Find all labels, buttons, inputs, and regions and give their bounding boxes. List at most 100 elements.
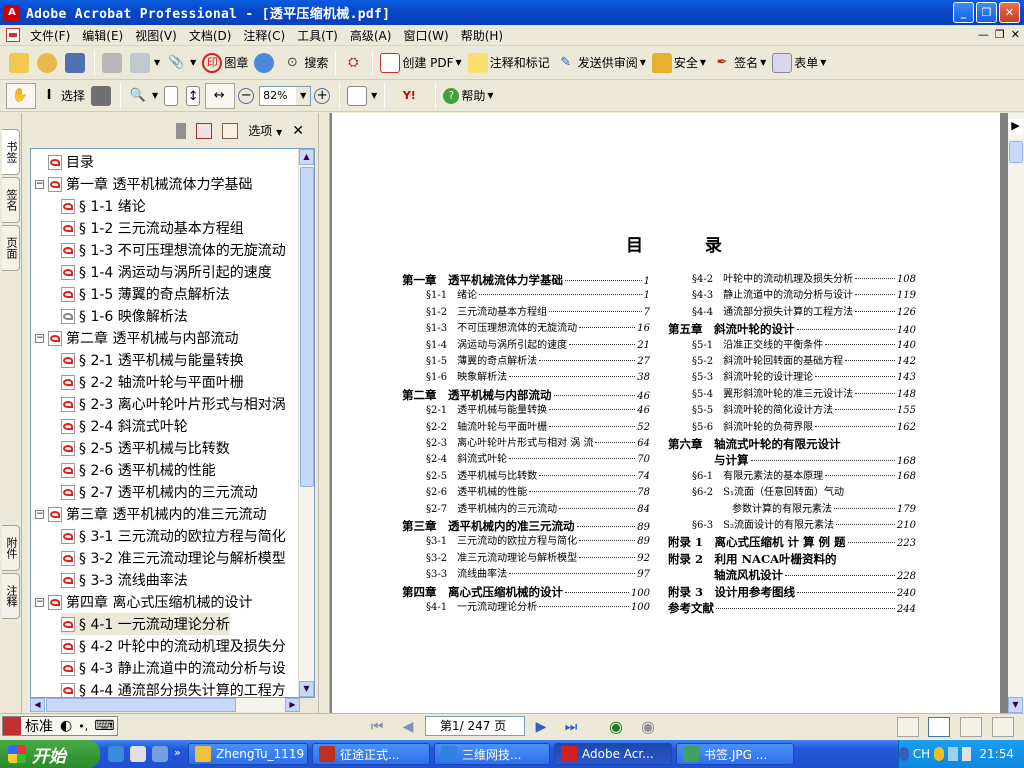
hand-tool-button[interactable]: ✋ — [6, 82, 36, 109]
toc-section-line[interactable]: §2-6 透平机械的性能 78 — [426, 486, 650, 500]
close-button[interactable]: ✕ — [999, 2, 1020, 23]
menu-edit[interactable]: 编辑(E) — [76, 27, 129, 44]
ime-toolbar[interactable]: 标准 ◐ •, ⌨ — [2, 716, 119, 736]
split-arrow-icon[interactable]: ▶ — [1008, 119, 1023, 135]
save-button[interactable] — [62, 50, 90, 76]
page-number-field[interactable]: 第1/ 247 页 — [425, 716, 525, 736]
back-view-button[interactable]: ◉ — [606, 718, 626, 736]
browser-quick-icon[interactable] — [152, 746, 168, 762]
toc-section-line[interactable]: §3-1 三元流动的欧拉方程与简化 89 — [426, 535, 650, 549]
toc-section-line[interactable]: §4-4 通流部分损失计算的工程方法 126 — [692, 306, 916, 320]
bookmark-item[interactable]: § 4-4 通流部分损失计算的工程方 — [61, 679, 286, 697]
toc-section-line[interactable]: §6-2 S₁流面（任意回转面）气动 — [692, 486, 916, 500]
toc-section-line[interactable]: §1-2 三元流动基本方程组 7 — [426, 306, 650, 320]
collapse-icon[interactable]: − — [35, 179, 44, 189]
bookmark-chapter[interactable]: − 第一章 透平机械流体力学基础 — [35, 173, 252, 195]
toc-chapter-line[interactable]: 参考文献 244 — [668, 601, 916, 617]
document-vertical-scrollbar[interactable]: ▶ ▼ — [1008, 113, 1024, 713]
toc-section-line[interactable]: §1-4 涡运动与涡所引起的速度 21 — [426, 339, 650, 353]
menu-help[interactable]: 帮助(H) — [455, 27, 509, 44]
toc-chapter-line[interactable]: 附录 2 利用 NACA叶栅资料的 — [668, 552, 916, 566]
facing-layout-icon[interactable] — [960, 717, 982, 737]
toc-chapter-line[interactable]: 轴流风机设计 228 — [668, 568, 916, 584]
continuous-layout-icon[interactable] — [928, 717, 950, 737]
print-button[interactable] — [99, 50, 127, 76]
create-pdf-button[interactable]: 创建 PDF ▼ — [377, 50, 464, 76]
acrobat-tools-button[interactable]: ⛭ — [340, 50, 368, 76]
bookmark-item[interactable]: § 4-2 叶轮中的流动机理及损失分 — [61, 635, 286, 657]
bookmark-chapter[interactable]: − 第三章 透平机械内的准三元流动 — [35, 503, 266, 525]
toc-section-line[interactable]: §2-4 斜流式叶轮 70 — [426, 453, 650, 467]
zoom-dropdown-icon[interactable]: ▼ — [296, 86, 311, 105]
bookmark-item[interactable]: § 2-4 斜流式叶轮 — [61, 415, 188, 437]
toc-section-line[interactable]: §5-5 斜流叶轮的简化设计方法 155 — [692, 404, 916, 418]
volume-icon[interactable] — [961, 747, 972, 761]
toc-section-line[interactable]: §5-1 沿准正交线的平衡条件 140 — [692, 339, 916, 353]
snapshot-button[interactable] — [88, 83, 116, 109]
toc-section-line[interactable]: §5-6 斜流叶轮的负荷界限 162 — [692, 421, 916, 435]
collapse-icon[interactable]: − — [35, 333, 44, 343]
toc-chapter-line[interactable]: 第六章 轴流式叶轮的有限元设计 — [668, 437, 916, 451]
toc-section-line[interactable]: §4-1 一元流动理论分析 100 — [426, 601, 650, 615]
document-icon[interactable] — [6, 28, 20, 42]
start-button[interactable]: 开始 — [0, 740, 100, 768]
toc-section-line[interactable]: §2-1 透平机械与能量转换 46 — [426, 404, 650, 418]
menu-advanced[interactable]: 高级(A) — [344, 27, 398, 44]
open-button[interactable] — [6, 50, 34, 76]
stamp-button[interactable]: 印图章 — [199, 50, 251, 76]
menu-comments[interactable]: 注释(C) — [237, 27, 291, 44]
toc-section-line[interactable]: §4-3 静止流道中的流动分析与设计 119 — [692, 289, 916, 303]
network-icon[interactable] — [947, 747, 958, 761]
toc-section-line[interactable]: §1-5 薄翼的奇点解析法 27 — [426, 355, 650, 369]
toc-section-line[interactable]: §3-2 准三元流动理论与解析模型 92 — [426, 552, 650, 566]
toc-chapter-line[interactable]: 第四章 离心式压缩机械的设计 100 — [402, 585, 650, 601]
tab-pages[interactable]: 页面 — [2, 225, 20, 271]
toc-chapter-line[interactable]: 第一章 透平机械流体力学基础 1 — [402, 273, 650, 289]
globe-button[interactable] — [251, 50, 279, 76]
bookmark-item[interactable]: § 1-1 绪论 — [61, 195, 146, 217]
zoom-tool-button[interactable]: 🔍 ▼ — [125, 83, 161, 109]
toc-section-line[interactable]: §6-3 S₂流面设计的有限元素法 210 — [692, 519, 916, 533]
bookmark-item[interactable]: § 1-4 涡运动与涡所引起的速度 — [61, 261, 272, 283]
next-page-button[interactable]: ▶ — [531, 718, 551, 736]
doc-restore-icon[interactable]: ❐ — [995, 28, 1005, 41]
menu-tools[interactable]: 工具(T) — [291, 27, 344, 44]
tab-attachments[interactable]: 附件 — [2, 525, 20, 571]
bookmark-item[interactable]: § 2-3 离心叶轮叶片形式与相对涡 — [61, 393, 286, 415]
toc-section-line[interactable]: §2-2 轴流叶轮与平面叶栅 52 — [426, 421, 650, 435]
bookmark-item[interactable]: § 1-5 薄翼的奇点解析法 — [61, 283, 230, 305]
toc-section-line[interactable]: §1-6 映象解析法 38 — [426, 371, 650, 385]
toc-section-line[interactable]: §5-3 斜流叶轮的设计理论 143 — [692, 371, 916, 385]
bookmark-item[interactable]: § 2-2 轴流叶轮与平面叶栅 — [61, 371, 244, 393]
toc-chapter-line[interactable]: 第五章 斜流叶轮的设计 140 — [668, 322, 916, 338]
hscroll-thumb[interactable] — [46, 698, 236, 712]
sign-button[interactable]: ✒ 签名 ▼ — [709, 50, 769, 76]
bookmark-chapter[interactable]: − 第四章 离心式压缩机械的设计 — [35, 591, 252, 613]
fit-width-button[interactable]: ↔ — [205, 82, 236, 109]
taskbar-item[interactable]: 三维网技... — [434, 743, 550, 765]
taskbar-item[interactable]: Adobe Acr... — [554, 743, 672, 765]
bookmark-item[interactable]: § 2-7 透平机械内的三元流动 — [61, 481, 258, 503]
moon-icon[interactable]: ◐ — [57, 718, 75, 734]
keyboard-icon[interactable]: ⌨ — [91, 718, 117, 734]
review-button[interactable]: ✎ 发送供审阅 ▼ — [553, 50, 649, 76]
last-page-button[interactable]: ⏭ — [561, 718, 581, 736]
delete-bookmark-icon[interactable] — [176, 122, 187, 139]
zoom-input[interactable]: 82% ▼ — [259, 85, 312, 106]
close-panel-icon[interactable]: ✕ — [292, 123, 304, 139]
toc-section-line[interactable]: §2-5 透平机械与比转数 74 — [426, 470, 650, 484]
bookmark-item[interactable]: § 3-2 准三元流动理论与解析模型 — [61, 547, 286, 569]
toc-chapter-line[interactable]: 附录 3 设计用参考图线 240 — [668, 585, 916, 601]
document-scroll-thumb[interactable] — [1009, 141, 1023, 163]
forms-button[interactable]: 表单 ▼ — [769, 50, 829, 76]
ime-mode[interactable]: 标准 — [21, 716, 57, 736]
scroll-down-icon[interactable]: ▼ — [299, 681, 314, 697]
help-button[interactable]: ? 帮助 ▼ — [440, 83, 496, 109]
forward-view-button[interactable]: ◉ — [638, 718, 658, 736]
toc-section-line[interactable]: 参数计算的有限元素法 179 — [692, 503, 916, 517]
scroll-left-icon[interactable]: ◀ — [30, 698, 45, 712]
menu-window[interactable]: 窗口(W) — [397, 27, 454, 44]
ie-icon[interactable] — [108, 746, 124, 762]
tab-comments[interactable]: 注释 — [2, 573, 20, 619]
bookmark-item[interactable]: § 2-6 透平机械的性能 — [61, 459, 216, 481]
